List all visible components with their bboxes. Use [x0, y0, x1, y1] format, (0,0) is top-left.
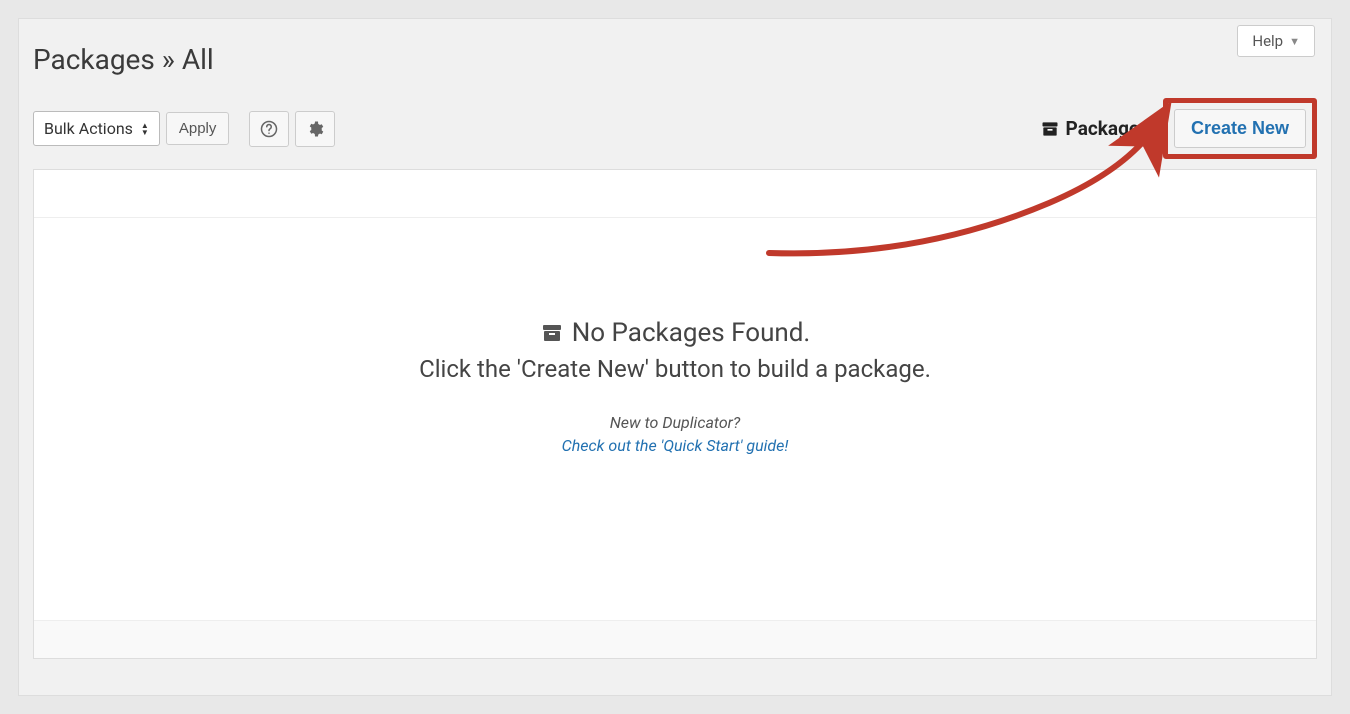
apply-button[interactable]: Apply — [166, 112, 230, 145]
action-bar-left: Bulk Actions ▲▼ Apply — [33, 111, 335, 147]
bulk-actions-label: Bulk Actions — [44, 119, 133, 138]
empty-state-title-row: No Packages Found. — [540, 318, 811, 348]
packages-panel: No Packages Found. Click the 'Create New… — [33, 169, 1317, 659]
chevron-down-icon: ▼ — [1289, 35, 1300, 48]
packages-heading: Packages — [1040, 117, 1149, 140]
create-new-button[interactable]: Create New — [1174, 109, 1306, 148]
gear-icon — [306, 120, 324, 138]
empty-state: No Packages Found. Click the 'Create New… — [34, 218, 1316, 455]
sort-arrows-icon: ▲▼ — [141, 122, 149, 136]
action-bar: Bulk Actions ▲▼ Apply — [19, 98, 1331, 169]
page-wrapper: Help ▼ Packages » All Bulk Actions ▲▼ Ap… — [18, 18, 1332, 696]
question-icon — [260, 120, 278, 138]
panel-footer-strip — [34, 620, 1316, 658]
help-tab[interactable]: Help ▼ — [1237, 25, 1315, 57]
bulk-actions-select[interactable]: Bulk Actions ▲▼ — [33, 111, 160, 146]
annotation-highlight: Create New — [1163, 98, 1317, 159]
create-new-label: Create New — [1191, 118, 1289, 138]
panel-header-strip — [34, 170, 1316, 218]
empty-state-title: No Packages Found. — [572, 318, 811, 348]
empty-state-subtitle: Click the 'Create New' button to build a… — [34, 355, 1316, 383]
packages-label: Packages — [1066, 117, 1149, 140]
apply-label: Apply — [179, 120, 217, 137]
archive-icon — [1040, 119, 1060, 139]
quick-start-link[interactable]: Check out the 'Quick Start' guide! — [562, 436, 789, 455]
archive-icon — [540, 321, 564, 345]
help-label: Help — [1252, 32, 1283, 50]
page-title: Packages » All — [19, 19, 1331, 98]
hint-question: New to Duplicator? — [34, 413, 1316, 432]
help-info-button[interactable] — [249, 111, 289, 147]
empty-state-hint: New to Duplicator? Check out the 'Quick … — [34, 413, 1316, 455]
action-bar-right: Packages Create New — [1040, 98, 1317, 159]
settings-button[interactable] — [295, 111, 335, 147]
